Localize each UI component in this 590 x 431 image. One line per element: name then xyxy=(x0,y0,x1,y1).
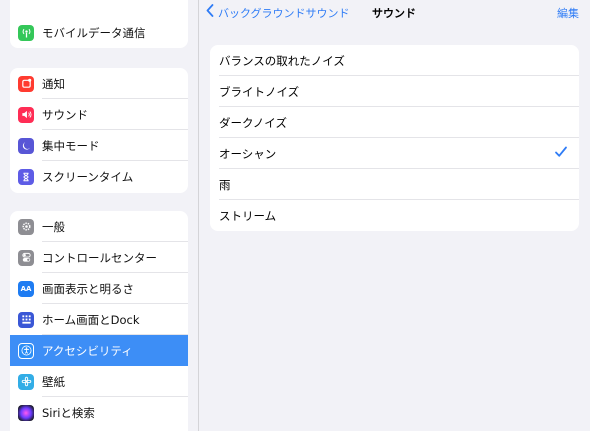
sidebar-item-sounds[interactable]: サウンド xyxy=(10,99,188,130)
sound-option-balanced-noise[interactable]: バランスの取れたノイズ xyxy=(210,45,579,76)
siri-icon xyxy=(18,404,34,421)
sidebar-item-label: 集中モード xyxy=(42,138,100,153)
sound-option-label: バランスの取れたノイズ xyxy=(219,53,345,68)
back-button[interactable]: バックグラウンドサウンド xyxy=(206,4,350,22)
page-title: サウンド xyxy=(372,7,416,20)
hourglass-icon xyxy=(18,168,34,185)
sidebar-item-accessibility[interactable]: アクセシビリティ xyxy=(10,335,188,366)
sidebar-item-label: Siriと検索 xyxy=(42,405,95,420)
sidebar-item-siri-search[interactable]: Siriと検索 xyxy=(10,397,188,428)
back-button-label: バックグラウンドサウンド xyxy=(218,7,350,20)
gear-icon xyxy=(18,218,34,235)
toggles-icon xyxy=(18,249,34,266)
chevron-left-icon xyxy=(206,4,214,20)
sound-detail-pane: バックグラウンドサウンド サウンド 編集 バランスの取れたノイズ ブライトノイズ… xyxy=(200,0,590,431)
speaker-icon xyxy=(18,106,34,123)
home-grid-icon xyxy=(18,311,34,328)
sidebar-group-connectivity: モバイルデータ通信 xyxy=(10,0,188,48)
sidebar-item-label: 画面表示と明るさ xyxy=(42,281,134,296)
sound-option-ocean[interactable]: オーシャン xyxy=(210,138,579,169)
notification-icon xyxy=(18,75,34,92)
sidebar-item-label: モバイルデータ通信 xyxy=(42,25,146,40)
sidebar-item-display-brightness[interactable]: AA 画面表示と明るさ xyxy=(10,273,188,304)
flower-icon xyxy=(18,373,34,390)
sidebar-item-label: 通知 xyxy=(42,76,65,91)
sound-option-label: ダークノイズ xyxy=(219,115,287,130)
accessibility-icon xyxy=(18,342,34,359)
sidebar-item-general[interactable]: 一般 xyxy=(10,211,188,242)
sound-option-stream[interactable]: ストリーム xyxy=(210,200,579,231)
sidebar-item-label: サウンド xyxy=(42,107,88,122)
sound-option-bright-noise[interactable]: ブライトノイズ xyxy=(210,76,579,107)
sidebar-item-notifications[interactable]: 通知 xyxy=(10,68,188,99)
antenna-icon xyxy=(18,24,34,41)
sidebar-item-mobile-data[interactable]: モバイルデータ通信 xyxy=(10,17,188,48)
sidebar-item-label: スクリーンタイム xyxy=(42,169,134,184)
sidebar-item-label: コントロールセンター xyxy=(42,250,157,265)
settings-sidebar: 設定 モバイルデータ通信 通知 サウンド xyxy=(0,0,199,431)
checkmark-icon xyxy=(554,145,568,159)
sidebar-item-screen-time[interactable]: スクリーンタイム xyxy=(10,161,188,192)
sound-list: バランスの取れたノイズ ブライトノイズ ダークノイズ オーシャン 雨 ストリーム xyxy=(210,45,579,231)
sidebar-item-focus[interactable]: 集中モード xyxy=(10,130,188,161)
text-size-icon: AA xyxy=(18,280,34,297)
sound-option-label: オーシャン xyxy=(219,146,277,161)
sidebar-group-notifications: 通知 サウンド 集中モード スクリーンタイム xyxy=(10,68,188,193)
sidebar-item-control-center[interactable]: コントロールセンター xyxy=(10,242,188,273)
sidebar-group-general: 一般 コントロールセンター AA 画面表示と明るさ ホーム画面とDock アクセ… xyxy=(10,211,188,431)
sound-option-label: ストリーム xyxy=(219,208,277,223)
sound-option-dark-noise[interactable]: ダークノイズ xyxy=(210,107,579,138)
sidebar-item-label: アクセシビリティ xyxy=(42,343,133,358)
sound-option-label: ブライトノイズ xyxy=(219,84,300,99)
sidebar-item-label: 一般 xyxy=(42,219,65,234)
sound-option-rain[interactable]: 雨 xyxy=(210,169,579,200)
sound-option-label: 雨 xyxy=(219,177,231,192)
sidebar-item-home-screen-dock[interactable]: ホーム画面とDock xyxy=(10,304,188,335)
sidebar-item-label: ホーム画面とDock xyxy=(42,312,140,327)
edit-button[interactable]: 編集 xyxy=(557,5,579,21)
moon-icon xyxy=(18,137,34,154)
sidebar-item-label: 壁紙 xyxy=(42,374,65,389)
sidebar-item-wallpaper[interactable]: 壁紙 xyxy=(10,366,188,397)
